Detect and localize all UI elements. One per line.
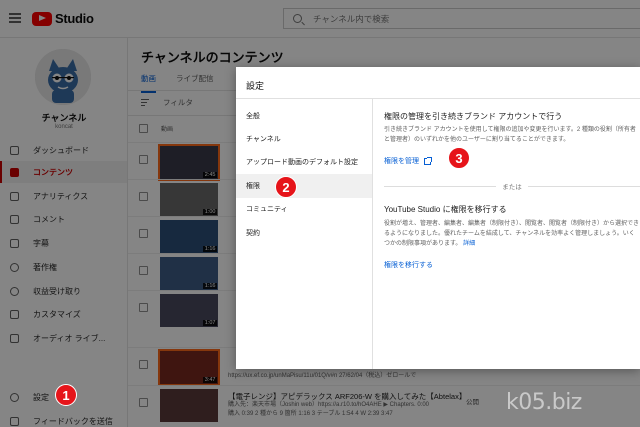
section-title: YouTube Studio に権限を移行する (384, 205, 507, 214)
section-title: 権限の管理を引き続きブランド アカウントで行う (384, 112, 563, 121)
link-label: 権限を移行する (384, 262, 433, 269)
annotation-badge-2: 2 (275, 176, 297, 198)
link-label: 権限を管理 (384, 158, 419, 165)
settings-tab-channel[interactable]: チャンネル (236, 127, 372, 151)
dialog-title: 設定 (246, 81, 265, 91)
settings-tab-general[interactable]: 全般 (236, 104, 372, 128)
settings-tab-agreements[interactable]: 契約 (236, 221, 372, 245)
manage-permissions-link[interactable]: 権限を管理 (384, 156, 432, 166)
or-text: または (502, 184, 522, 191)
annotation-badge-1: 1 (55, 384, 77, 406)
section-description-text: 役割が増え、管理者、編集者、編集者（制限付き）、閲覧者、閲覧者（制限付き）から選… (384, 221, 640, 247)
external-link-icon (424, 156, 432, 165)
watermark: k05.biz (506, 390, 582, 415)
settings-tab-permissions[interactable]: 権限 (236, 174, 372, 198)
divider (372, 99, 373, 369)
settings-dialog: 設定 全般 チャンネル アップロード動画のデフォルト設定 権限 コミュニティ 契… (236, 67, 640, 369)
section-description: 引き続きブランド アカウントを使用して権限の追加や変更を行います。2 種類の役割… (384, 127, 636, 143)
section-description: 役割が増え、管理者、編集者、編集者（制限付き）、閲覧者、閲覧者（制限付き）から選… (384, 219, 640, 249)
divider (236, 98, 640, 99)
or-divider: または (384, 181, 640, 191)
settings-tab-upload-defaults[interactable]: アップロード動画のデフォルト設定 (236, 150, 372, 174)
migrate-permissions-link[interactable]: 権限を移行する (384, 260, 433, 270)
annotation-badge-3: 3 (448, 147, 470, 169)
settings-tab-community[interactable]: コミュニティ (236, 197, 372, 221)
details-link[interactable]: 詳細 (463, 241, 475, 247)
